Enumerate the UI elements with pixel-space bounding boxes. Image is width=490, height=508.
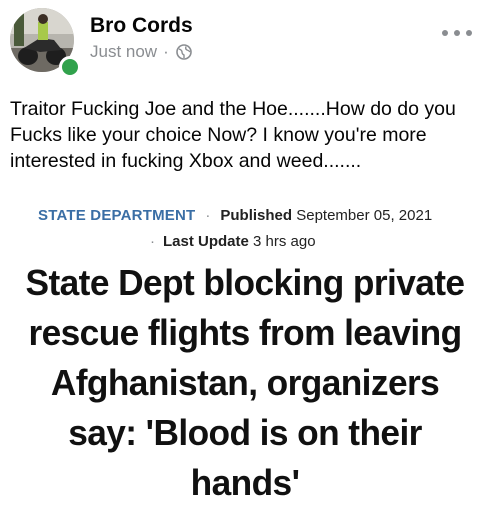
- post-timestamp[interactable]: Just now: [90, 42, 157, 62]
- published-date: September 05, 2021: [296, 207, 433, 224]
- facebook-post: Bro Cords Just now · Traitor Fucking Joe…: [0, 0, 490, 503]
- post-header: Bro Cords Just now ·: [10, 8, 480, 78]
- author-name[interactable]: Bro Cords: [90, 14, 193, 38]
- globe-icon[interactable]: [175, 44, 192, 60]
- post-meta: Just now ·: [90, 42, 192, 62]
- more-options-icon[interactable]: [442, 26, 472, 40]
- published-label: Published: [220, 207, 293, 224]
- updated-value: 3 hrs ago: [253, 233, 316, 250]
- article-meta: STATE DEPARTMENT · Published September 05,…: [38, 203, 478, 255]
- article-category[interactable]: STATE DEPARTMENT: [38, 207, 195, 224]
- meta-dot: ·: [205, 207, 211, 224]
- article-headline[interactable]: State Dept blocking private rescue fligh…: [15, 258, 476, 508]
- online-status-dot: [59, 56, 81, 78]
- meta-separator: ·: [163, 42, 169, 61]
- post-text: Traitor Fucking Joe and the Hoe.......Ho…: [10, 98, 456, 172]
- meta-dot: ·: [150, 233, 155, 250]
- updated-label: Last Update: [163, 233, 249, 250]
